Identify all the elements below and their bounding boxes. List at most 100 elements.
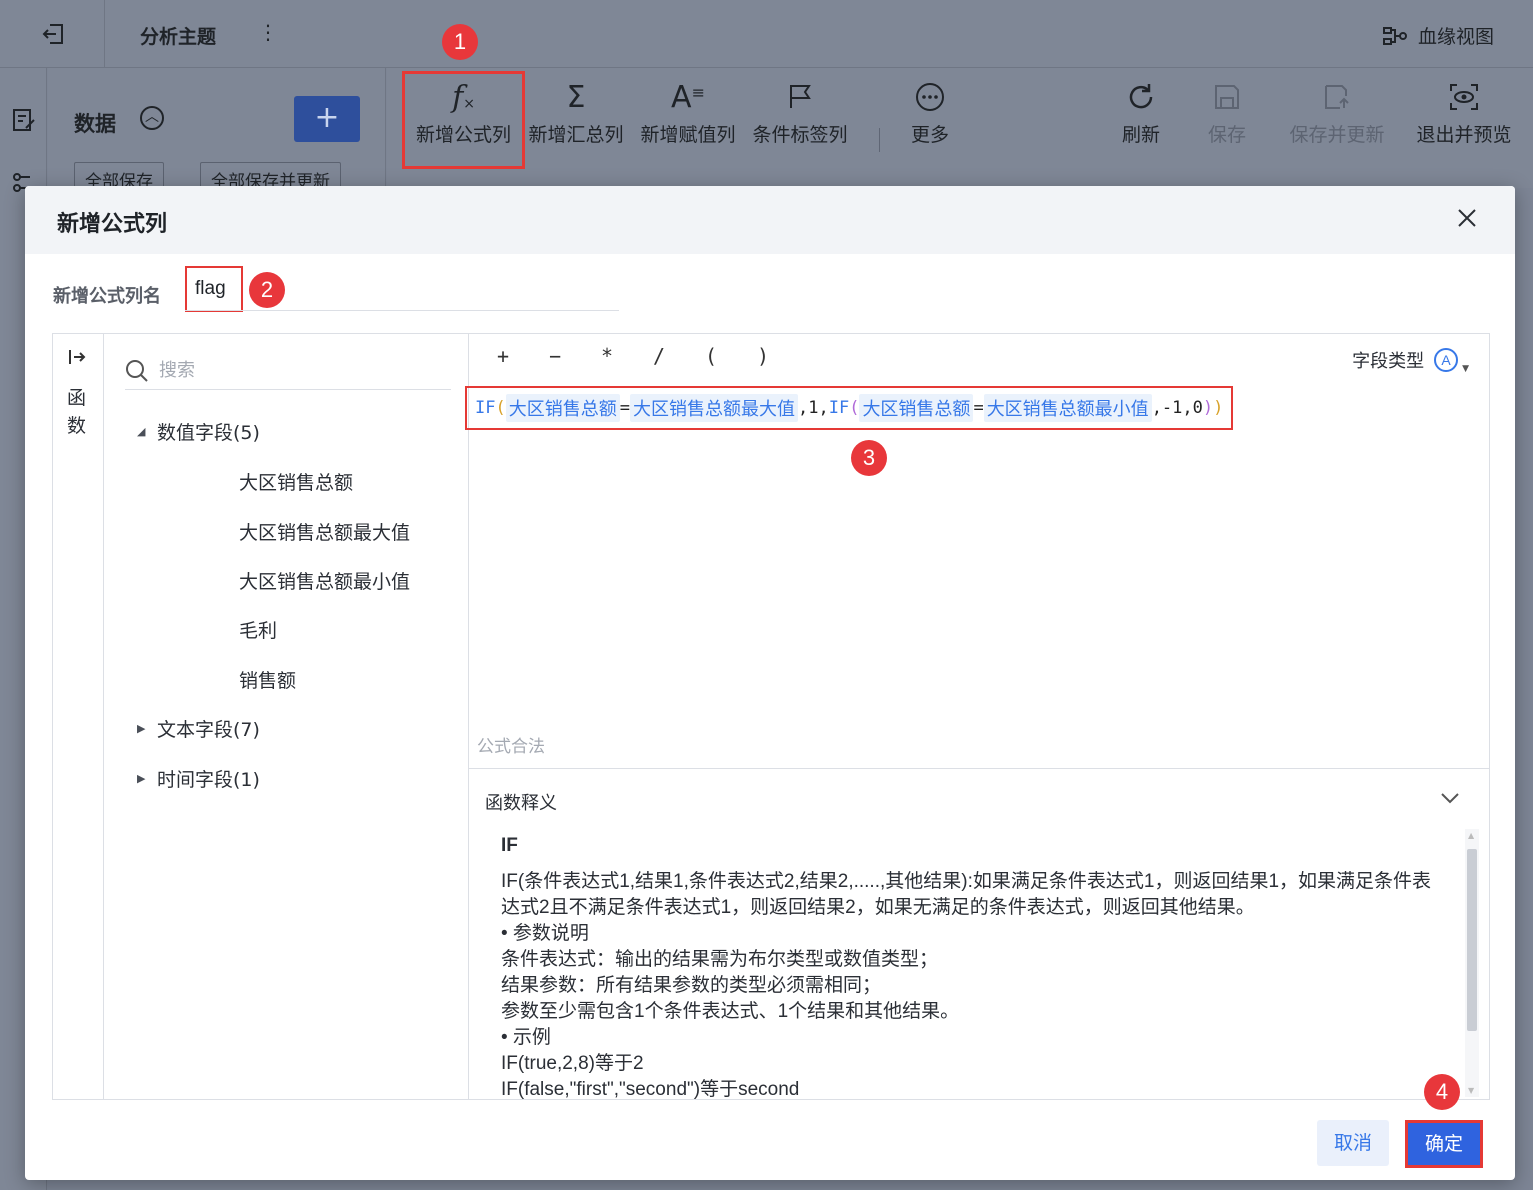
- tool-label: 保存: [1207, 124, 1246, 146]
- preview-icon: [1413, 74, 1515, 120]
- save-button[interactable]: 保存: [1199, 74, 1255, 166]
- caret-down-icon: ◢: [137, 425, 146, 438]
- more-button[interactable]: 更多: [899, 74, 961, 166]
- formula-text: ,1,: [797, 398, 829, 418]
- plus-operator[interactable]: +: [491, 344, 515, 368]
- save-update-icon: [1283, 74, 1391, 120]
- page-title: 分析主题: [140, 26, 217, 48]
- field-type-selector[interactable]: 字段类型 A ▼: [1352, 346, 1469, 374]
- add-data-button[interactable]: +: [294, 96, 360, 142]
- formula-operator: =: [619, 398, 630, 418]
- column-name-input[interactable]: flag: [185, 266, 243, 312]
- left-paren-operator[interactable]: (: [699, 344, 723, 368]
- divide-operator[interactable]: /: [647, 344, 671, 368]
- chevron-down-icon[interactable]: [1439, 787, 1461, 809]
- doc-line: • 示例: [501, 1027, 551, 1048]
- tree-group-time[interactable]: ▶ 时间字段(1): [137, 765, 260, 792]
- formula-field-chip: 大区销售总额最大值: [629, 394, 798, 422]
- tree-group-label: 数值字段(5): [157, 422, 260, 444]
- field-search: [125, 352, 451, 390]
- text-type-icon: A: [1434, 348, 1459, 372]
- tree-group-numeric[interactable]: ◢ 数值字段(5): [137, 418, 260, 445]
- save-icon: [1199, 74, 1255, 120]
- expand-panel-icon[interactable]: [67, 348, 87, 371]
- condition-label-column-button[interactable]: 条件标签列: [749, 74, 851, 166]
- doc-line: IF(true,2,8)等于2: [501, 1053, 644, 1074]
- tool-label: 保存并更新: [1289, 124, 1385, 146]
- search-input[interactable]: [159, 360, 419, 381]
- confirm-button[interactable]: 确定: [1405, 1120, 1483, 1168]
- doc-line: IF(条件表达式1,结果1,条件表达式2,结果2,.....,其他结果):如果满…: [501, 871, 1432, 918]
- function-doc-header: 函数释义: [485, 793, 557, 814]
- caret-right-icon: ▶: [137, 772, 146, 785]
- tool-label: 退出并预览: [1416, 124, 1512, 146]
- caret-right-icon: ▶: [137, 722, 146, 735]
- scroll-thumb[interactable]: [1467, 849, 1477, 1031]
- step-badge-3: 3: [851, 440, 887, 476]
- formula-input[interactable]: IF( 大区销售总额 = 大区销售总额最大值 ,1, IF( 大区销售总额 = 大…: [465, 386, 1234, 430]
- doc-scrollbar[interactable]: ▲ ▼: [1465, 829, 1479, 1097]
- tool-label: 刷新: [1121, 124, 1160, 146]
- step-badge-4: 4: [1424, 1074, 1460, 1110]
- divider: [104, 0, 105, 68]
- formula-editor: 函数 ◢ 数值字段(5) 大区销售总额 大区销售总额最大值 大区销售总额最小值 …: [52, 333, 1490, 1100]
- add-summary-column-button[interactable]: Σ 新增汇总列: [525, 74, 627, 166]
- tree-group-text[interactable]: ▶ 文本字段(7): [137, 715, 260, 742]
- collapse-up-icon[interactable]: ︿: [140, 106, 164, 130]
- save-update-button[interactable]: 保存并更新: [1283, 74, 1391, 166]
- functions-rail: 函数: [53, 334, 104, 1099]
- formula-keyword: IF: [475, 398, 496, 418]
- formula-paren: ): [1202, 398, 1214, 418]
- field-item[interactable]: 大区销售总额最小值: [239, 567, 410, 594]
- lineage-view-button[interactable]: 血缘视图: [1382, 22, 1494, 49]
- add-formula-column-button[interactable]: f × 新增公式列: [402, 71, 525, 169]
- formula-area: + − * / ( ) 字段类型 A ▼ IF( 大区销售总额 = 大区销售总额…: [465, 334, 1489, 768]
- doc-line: • 参数说明: [501, 923, 589, 944]
- doc-line: 条件表达式：输出的结果需为布尔类型或数值类型；: [501, 949, 939, 970]
- exit-preview-button[interactable]: 退出并预览: [1413, 74, 1515, 166]
- refresh-icon: [1113, 74, 1169, 120]
- tool-label: 新增汇总列: [528, 124, 624, 146]
- formula-field-chip: 大区销售总额: [505, 394, 620, 422]
- field-type-label: 字段类型: [1352, 351, 1425, 372]
- add-formula-column-dialog: 新增公式列 新增公式列名 flag 2 函数 ◢ 数值字段(5) 大区销售总额 …: [25, 186, 1515, 1180]
- assign-icon: A ≡: [671, 79, 705, 115]
- toolbar: f × 新增公式列 Σ 新增汇总列 A ≡ 新增赋值列 条件标签列 更多 刷新 保存: [387, 68, 1533, 188]
- minus-operator[interactable]: −: [543, 344, 567, 368]
- function-doc-body: IF IF(条件表达式1,结果1,条件表达式2,结果2,.....,其他结果):…: [501, 833, 1441, 1099]
- data-prep-icon[interactable]: [10, 106, 38, 134]
- step-badge-1: 1: [442, 24, 478, 60]
- formula-field-chip: 大区销售总额最小值: [983, 394, 1152, 422]
- right-paren-operator[interactable]: ): [751, 344, 775, 368]
- formula-text: ,-1,0: [1151, 398, 1203, 418]
- scroll-up-icon[interactable]: ▲: [1468, 831, 1474, 840]
- function-doc-panel: 函数释义 IF IF(条件表达式1,结果1,条件表达式2,结果2,.....,其…: [469, 768, 1489, 1099]
- toolbar-divider: [879, 128, 880, 152]
- step-badge-2: 2: [249, 272, 285, 308]
- dialog-title: 新增公式列: [57, 212, 168, 237]
- column-name-underline: [185, 310, 619, 311]
- add-assign-column-button[interactable]: A ≡ 新增赋值列: [637, 74, 739, 166]
- flag-icon: [749, 74, 851, 120]
- more-menu-icon[interactable]: ⋮: [258, 20, 278, 44]
- field-tree: ◢ 数值字段(5) 大区销售总额 大区销售总额最大值 大区销售总额最小值 毛利 …: [105, 334, 469, 1099]
- formula-paren: ): [1213, 398, 1224, 418]
- field-item[interactable]: 毛利: [239, 616, 277, 643]
- formula-field-chip: 大区销售总额: [859, 394, 974, 422]
- cancel-button[interactable]: 取消: [1317, 1120, 1389, 1166]
- field-item[interactable]: 销售额: [239, 666, 296, 693]
- scroll-down-icon[interactable]: ▼: [1468, 1086, 1474, 1095]
- close-icon[interactable]: [1453, 204, 1481, 232]
- caret-down-icon: ▼: [1462, 364, 1469, 374]
- formula-paren: (: [495, 398, 506, 418]
- formula-operator: =: [973, 398, 984, 418]
- formula-status: 公式合法: [477, 737, 545, 757]
- lineage-view-label: 血缘视图: [1418, 26, 1495, 48]
- multiply-operator[interactable]: *: [595, 344, 619, 368]
- functions-tab[interactable]: 函数: [67, 384, 89, 440]
- data-panel: 数据 ︿ + 全部保存 全部保存并更新: [48, 68, 386, 192]
- refresh-button[interactable]: 刷新: [1113, 74, 1169, 166]
- exit-icon[interactable]: [40, 22, 66, 46]
- field-item[interactable]: 大区销售总额最大值: [239, 518, 410, 545]
- field-item[interactable]: 大区销售总额: [239, 468, 353, 495]
